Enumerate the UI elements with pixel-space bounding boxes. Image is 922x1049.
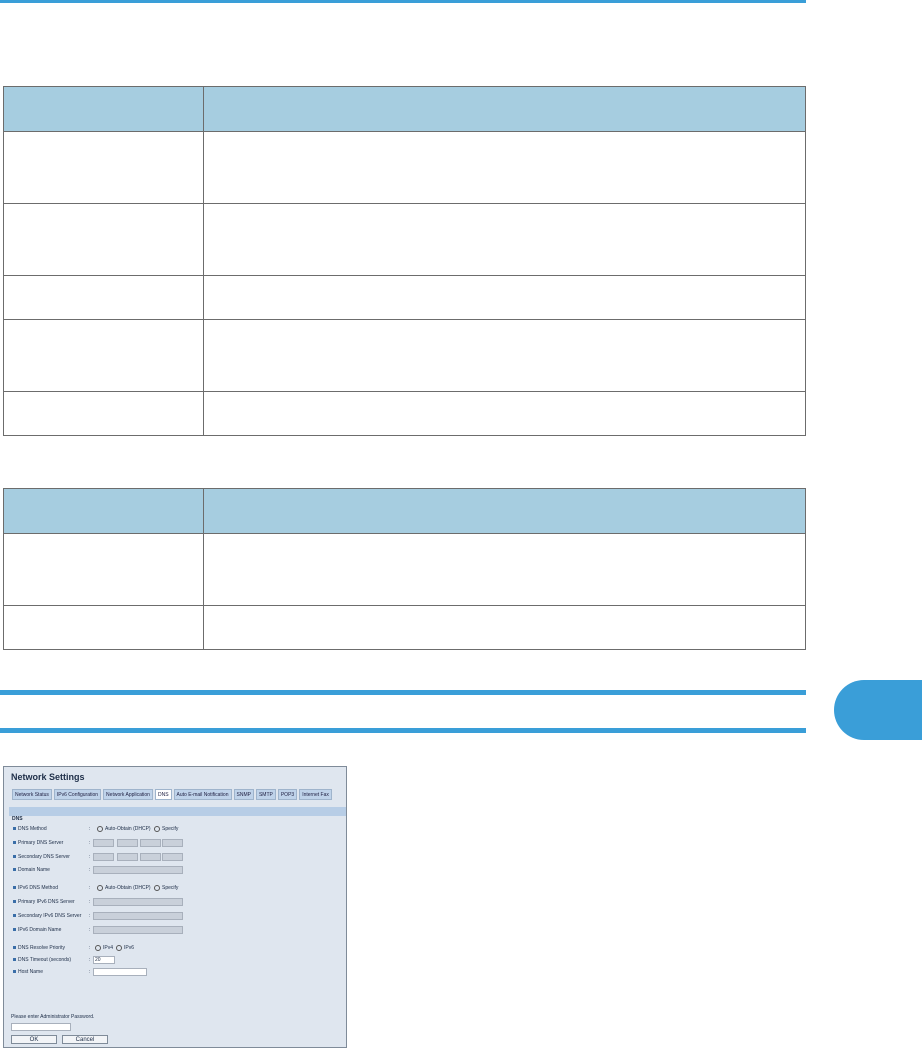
ipv4-radio[interactable]: IPv4 — [95, 944, 113, 953]
ok-button[interactable]: OK — [11, 1035, 57, 1044]
table-row — [3, 203, 806, 276]
top-rule — [0, 0, 806, 3]
ipv6-radio[interactable]: IPv6 — [116, 944, 134, 953]
tab-snmp[interactable]: SNMP — [233, 789, 254, 800]
dns-method-label: DNS Method — [13, 825, 47, 834]
primary-dns-octet-3[interactable] — [140, 839, 161, 847]
primary-dns-label: Primary DNS Server — [13, 839, 63, 848]
section-title: DNS — [12, 816, 23, 822]
screenshot-title: Network Settings — [11, 772, 85, 782]
network-settings-screenshot: Network Settings Network Status IPv6 Con… — [3, 766, 347, 1048]
ipv6-auto-obtain-radio[interactable]: Auto-Obtain (DHCP) — [97, 884, 151, 893]
ipv6-domain-name-field[interactable] — [93, 926, 183, 934]
settings-table-1 — [3, 86, 806, 436]
table-row — [3, 533, 806, 606]
chapter-tab — [834, 680, 922, 740]
tab-pop3[interactable]: POP3 — [277, 789, 298, 800]
specify-radio[interactable]: Specify — [154, 825, 178, 834]
primary-ipv6-dns-field[interactable] — [93, 898, 183, 906]
table-row — [3, 275, 806, 320]
section-rule-top — [0, 690, 806, 695]
ipv6-domain-name-label: IPv6 Domain Name — [13, 926, 61, 935]
table-row — [3, 131, 806, 204]
secondary-dns-label: Secondary DNS Server — [13, 853, 70, 862]
secondary-dns-octet-1[interactable] — [93, 853, 114, 861]
domain-name-label: Domain Name — [13, 866, 50, 875]
tab-network-application[interactable]: Network Application — [103, 789, 153, 800]
timeout-label: DNS Timeout (seconds) — [13, 956, 71, 965]
settings-table-2 — [3, 488, 806, 650]
primary-dns-octet-4[interactable] — [162, 839, 183, 847]
timeout-field[interactable]: 20 — [93, 956, 115, 964]
cancel-button[interactable]: Cancel — [62, 1035, 108, 1044]
tab-ipv6-configuration[interactable]: IPv6 Configuration — [53, 789, 102, 800]
table-header-row — [3, 488, 806, 534]
ipv6-dns-method-label: IPv6 DNS Method — [13, 884, 58, 893]
tab-dns[interactable]: DNS — [154, 789, 172, 800]
secondary-dns-octet-4[interactable] — [162, 853, 183, 861]
host-name-field[interactable] — [93, 968, 147, 976]
secondary-dns-octet-3[interactable] — [140, 853, 161, 861]
resolve-priority-label: DNS Resolve Priority — [13, 944, 65, 953]
host-name-label: Host Name — [13, 968, 43, 977]
secondary-dns-octet-2[interactable] — [117, 853, 138, 861]
primary-ipv6-dns-label: Primary IPv6 DNS Server — [13, 898, 75, 907]
domain-name-field[interactable] — [93, 866, 183, 874]
section-bar: DNS — [9, 807, 346, 822]
ipv6-specify-radio[interactable]: Specify — [154, 884, 178, 893]
tab-auto-email-notification[interactable]: Auto E-mail Notification — [173, 789, 232, 800]
secondary-ipv6-dns-field[interactable] — [93, 912, 183, 920]
tab-bar: Network Status IPv6 Configuration Networ… — [12, 789, 332, 800]
tab-smtp[interactable]: SMTP — [255, 789, 276, 800]
section-rule-bottom — [0, 728, 806, 733]
table-row — [3, 319, 806, 392]
table-row — [3, 605, 806, 650]
secondary-ipv6-dns-label: Secondary IPv6 DNS Server — [13, 912, 81, 921]
table-header-row — [3, 86, 806, 132]
password-prompt: Please enter Administrator Password. — [11, 1014, 95, 1020]
password-field[interactable] — [11, 1023, 71, 1031]
auto-obtain-radio[interactable]: Auto-Obtain (DHCP) — [97, 825, 151, 834]
primary-dns-octet-2[interactable] — [117, 839, 138, 847]
tab-network-status[interactable]: Network Status — [12, 789, 52, 800]
table-row — [3, 391, 806, 436]
primary-dns-octet-1[interactable] — [93, 839, 114, 847]
tab-internet-fax[interactable]: Internet Fax — [299, 789, 332, 800]
